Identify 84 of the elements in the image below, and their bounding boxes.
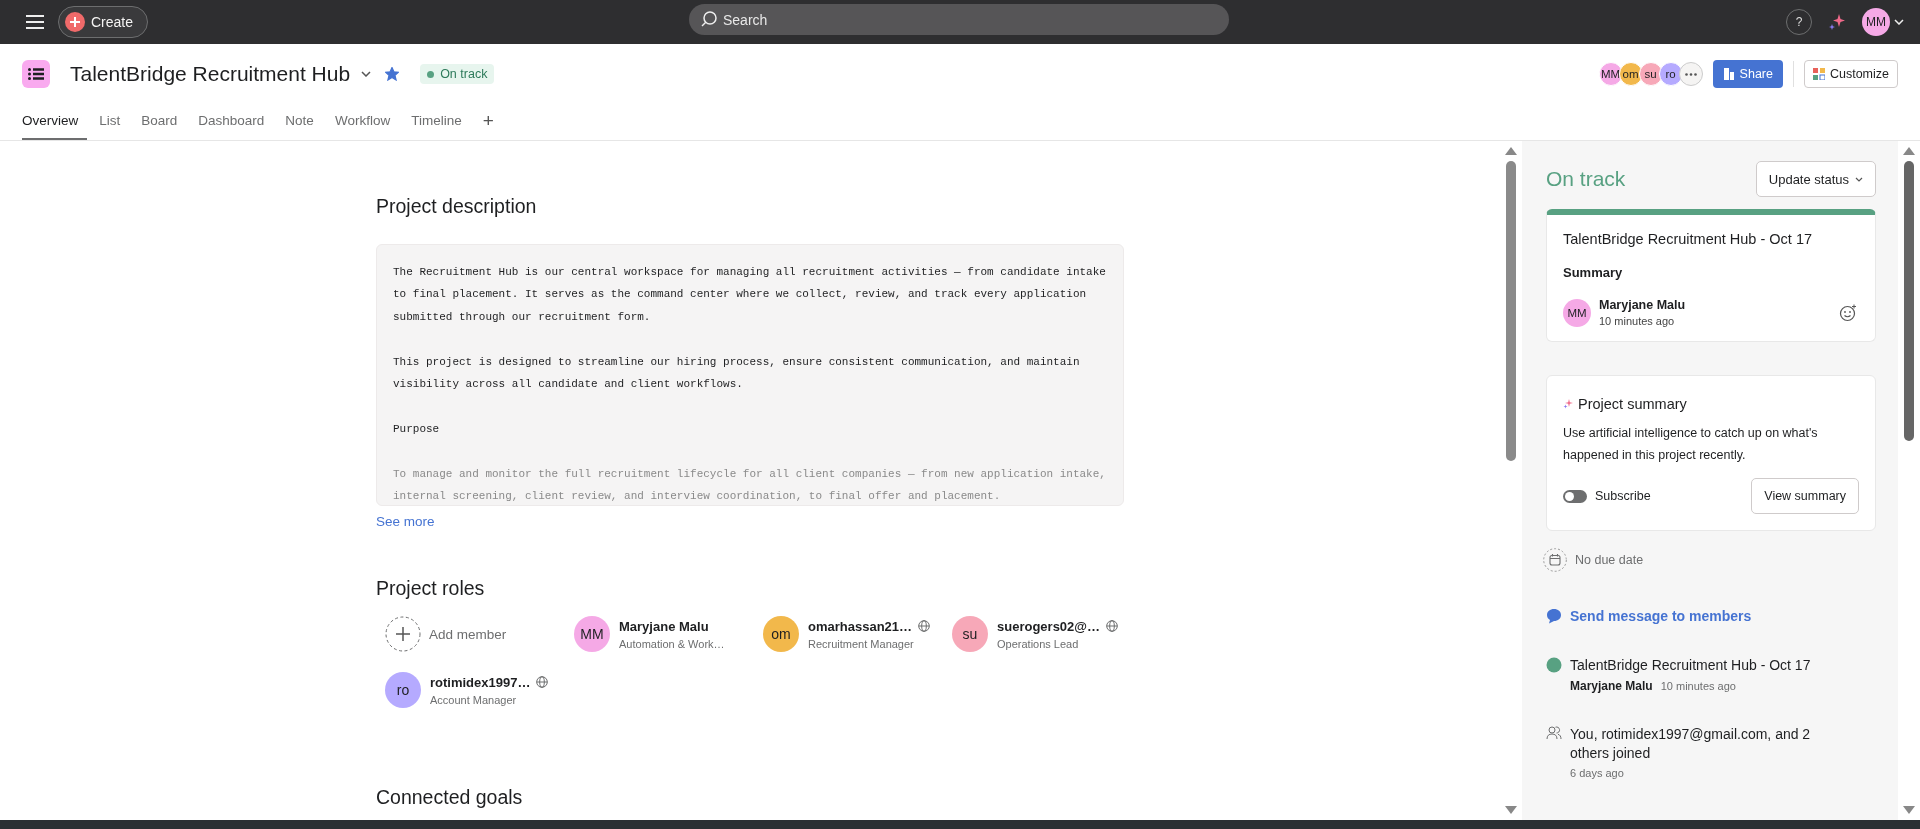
menu-icon	[26, 15, 44, 29]
sparkle-icon	[1563, 399, 1573, 409]
view-summary-button[interactable]: View summary	[1751, 478, 1859, 514]
menu-button[interactable]	[24, 13, 46, 31]
tab[interactable]: Board	[132, 100, 187, 140]
caret-icon	[1855, 176, 1863, 182]
add-tab-button[interactable]: +	[473, 100, 503, 140]
grid-icon	[1812, 68, 1825, 80]
section-heading: Project roles	[376, 577, 486, 600]
avatar: su	[1638, 62, 1663, 86]
plus-icon	[65, 12, 85, 32]
toggle-switch[interactable]	[1563, 489, 1587, 503]
tab[interactable]: Dashboard	[189, 100, 274, 140]
member-name[interactable]: Maryjane Malu	[619, 618, 709, 634]
status-badge[interactable]: On track	[420, 64, 495, 84]
tab[interactable]: Overview	[22, 100, 88, 140]
send-message-link[interactable]: Send message to members	[1570, 608, 1752, 624]
list-icon	[28, 68, 44, 80]
project-title: TalentBridge Recruitment Hub	[70, 62, 351, 86]
member-name[interactable]: suerogers02@…	[997, 618, 1100, 634]
avatar: ro	[385, 672, 421, 708]
timestamp: 10 minutes ago	[1599, 315, 1676, 327]
tab[interactable]: List	[90, 100, 130, 140]
tab[interactable]: Note	[276, 100, 323, 140]
people-icon	[1546, 725, 1562, 741]
see-more-link[interactable]: See more	[376, 514, 435, 529]
scroll-up-arrow-icon	[1903, 147, 1915, 155]
description-paragraph: To manage and monitor the full recruitment lifecycle for all client companies — from new application intake, internal screening, client review, and interview coordination, to final offer and placement.	[393, 466, 1107, 504]
summary-description: Use artificial intelligence to catch up on what's happened in this project recently.	[1563, 425, 1819, 464]
search-icon	[701, 11, 717, 27]
card-title: Project summary	[1578, 396, 1687, 412]
due-date-label: No due date	[1575, 553, 1644, 567]
customize-button[interactable]: Customize	[1803, 60, 1898, 88]
search-field[interactable]: Search	[689, 4, 1229, 35]
status-dot-icon	[1546, 657, 1562, 673]
section-heading: Connected goals	[376, 786, 524, 809]
more-members-button[interactable]	[1678, 62, 1703, 86]
add-member-icon	[385, 616, 421, 652]
sparkle-icon	[1828, 13, 1846, 31]
smiley-icon	[1839, 303, 1857, 322]
avatar: MM	[1563, 298, 1591, 327]
update-status-button[interactable]: Update status	[1755, 161, 1876, 197]
caret-icon	[361, 71, 372, 77]
member-name[interactable]: omarhassan21…	[808, 618, 913, 634]
member-role: Automation & Work…	[619, 637, 725, 650]
toggle-label: Subscribe	[1595, 489, 1651, 503]
timestamp: 6 days ago	[1570, 767, 1625, 779]
update-title: TalentBridge Recruitment Hub - Oct 17	[1563, 231, 1814, 247]
more-icon	[1684, 72, 1697, 76]
author-name: Maryjane Malu	[1570, 679, 1653, 693]
member-name[interactable]: rotimidex1997…	[430, 674, 531, 690]
avatar: om	[1618, 62, 1643, 86]
scroll-down-arrow-icon	[1903, 806, 1915, 814]
description-paragraph: This project is designed to streamline our hiring process, ensure consistent communication, and maintain visibility across all candidate and client workflows.	[393, 354, 1081, 392]
caret-icon	[1894, 19, 1904, 25]
tab[interactable]: Timeline	[402, 100, 471, 140]
share-button[interactable]: Share	[1712, 60, 1783, 88]
building-icon	[1722, 68, 1735, 80]
scrollbar-thumb[interactable]	[1904, 161, 1914, 441]
author-name: Maryjane Malu	[1599, 298, 1686, 312]
avatar: su	[952, 616, 988, 652]
section-heading: Project description	[376, 195, 538, 218]
create-button[interactable]: Create	[58, 6, 149, 38]
scrollbar-thumb[interactable]	[1506, 161, 1516, 461]
member-role: Operations Lead	[997, 637, 1080, 650]
add-member-button[interactable]: Add member	[385, 616, 574, 652]
avatar: MM	[574, 616, 610, 652]
member-role: Account Manager	[430, 693, 518, 706]
scroll-up-arrow-icon	[1505, 147, 1517, 155]
avatar: MM	[1598, 62, 1623, 86]
calendar-icon	[1543, 548, 1567, 572]
avatar: ro	[1658, 62, 1683, 86]
tab[interactable]: Workflow	[325, 100, 400, 140]
avatar: om	[763, 616, 799, 652]
timestamp: 10 minutes ago	[1660, 680, 1736, 692]
section-label: Summary	[1563, 265, 1624, 280]
member-role: Recruitment Manager	[808, 637, 915, 650]
status-heading: On track	[1546, 167, 1626, 191]
chat-bubble-icon	[1546, 608, 1562, 624]
description-paragraph: Purpose	[393, 421, 441, 437]
update-title[interactable]: TalentBridge Recruitment Hub - Oct 17	[1570, 657, 1811, 673]
activity-text: You, rotimidex1997@gmail.com, and 2 others joined	[1570, 725, 1812, 763]
scroll-down-arrow-icon	[1505, 806, 1517, 814]
description-paragraph: The Recruitment Hub is our central workspace for managing all recruitment activities — from candidate intake to final placement. It serves as the command center where we collect, review, and track every application submitted through our recruitment form.	[393, 265, 1107, 325]
